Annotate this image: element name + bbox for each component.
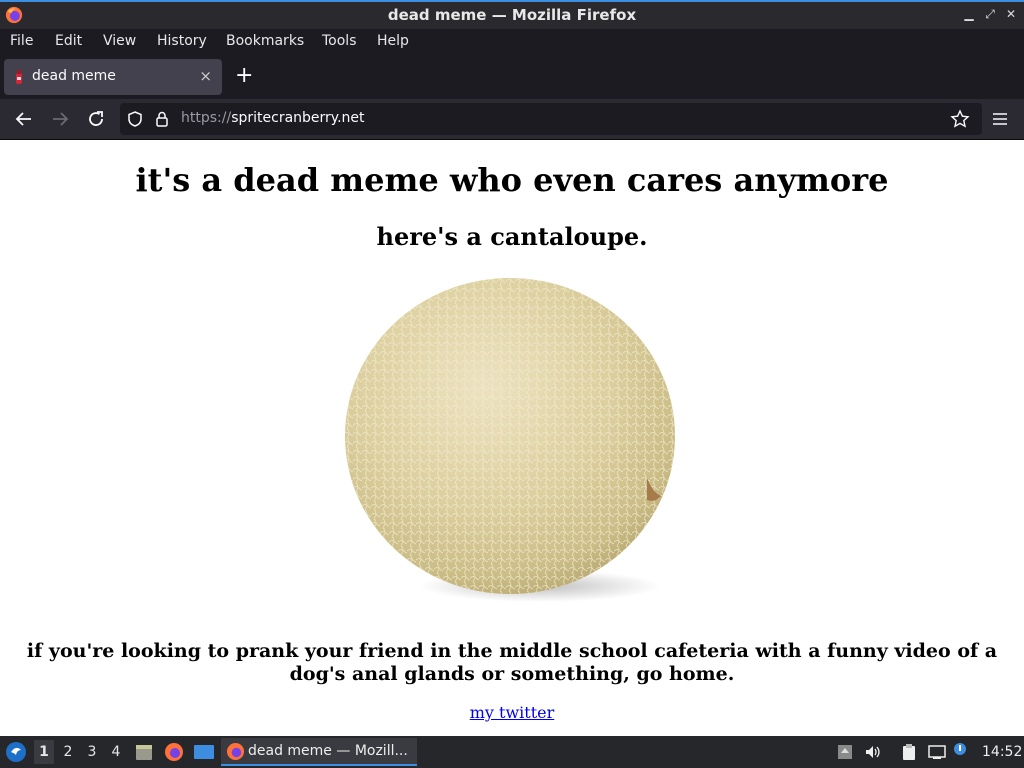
twitter-link[interactable]: my twitter [470,703,555,722]
tab-favicon-icon [16,70,22,84]
network-icon[interactable] [928,743,946,761]
firefox-launcher-icon[interactable] [164,742,184,762]
url-scheme: https:// [181,110,232,126]
reload-icon[interactable] [84,107,108,131]
taskbar: 1 2 3 4 dead meme — Mozill... 14:52 [0,736,1024,768]
back-icon[interactable] [12,107,36,131]
tab-strip: dead meme × + [0,55,1024,99]
notification-icon[interactable] [953,742,967,758]
menu-help[interactable]: Help [377,33,409,49]
workspace-3[interactable]: 3 [82,744,102,760]
menu-edit[interactable]: Edit [55,33,82,49]
page-heading: it's a dead meme who even cares anymore [135,161,889,199]
url-text[interactable]: https://spritecranberry.net [181,110,365,126]
menu-bookmarks[interactable]: Bookmarks [226,33,304,49]
task-label: dead meme — Mozill... [248,743,408,759]
clipboard-icon[interactable] [900,743,918,761]
tab-close-icon[interactable]: × [199,67,212,85]
menu-view[interactable]: View [103,33,136,49]
menu-file[interactable]: File [10,33,33,49]
restore-button[interactable]: ⤢ [983,7,997,21]
workspace-2[interactable]: 2 [58,744,78,760]
volume-icon[interactable] [864,743,882,761]
cantaloupe-image [345,278,675,602]
url-bar[interactable]: https://spritecranberry.net [120,103,982,135]
shield-icon[interactable] [126,110,144,128]
menu-history[interactable]: History [157,33,207,49]
page-content: it's a dead meme who even cares anymore … [0,140,1024,736]
hamburger-menu-icon[interactable] [988,107,1012,131]
bookmark-star-icon[interactable] [950,109,970,129]
clock: 14:52 [982,744,1023,760]
lock-icon[interactable] [154,110,170,128]
new-tab-button[interactable]: + [235,63,253,89]
workspace-1[interactable]: 1 [34,740,54,764]
start-menu-icon[interactable] [5,741,27,763]
tab-dead-meme[interactable]: dead meme × [4,59,222,95]
desktop-icon[interactable] [193,743,215,763]
page-paragraph: if you're looking to prank your friend i… [26,640,998,685]
tray-updates-icon[interactable] [836,743,854,761]
menu-tools[interactable]: Tools [322,33,357,49]
taskbar-firefox-task[interactable]: dead meme — Mozill... [221,738,417,766]
task-firefox-icon [226,742,245,761]
minimize-button[interactable]: ▁ [962,7,976,21]
close-window-button[interactable]: ✕ [1004,7,1018,21]
workspace-4[interactable]: 4 [106,744,126,760]
url-host: spritecranberry.net [231,110,365,126]
navigation-bar: https://spritecranberry.net [0,99,1024,140]
window-titlebar: dead meme — Mozilla Firefox ▁ ⤢ ✕ [0,0,1024,29]
tab-label: dead meme [32,68,116,84]
forward-icon[interactable] [48,107,72,131]
file-manager-icon[interactable] [134,742,154,762]
twitter-link-container: my twitter [0,703,1024,722]
menu-bar: File Edit View History Bookmarks Tools H… [0,29,1024,55]
page-subheading: here's a cantaloupe. [376,222,648,251]
window-title: dead meme — Mozilla Firefox [387,6,637,24]
